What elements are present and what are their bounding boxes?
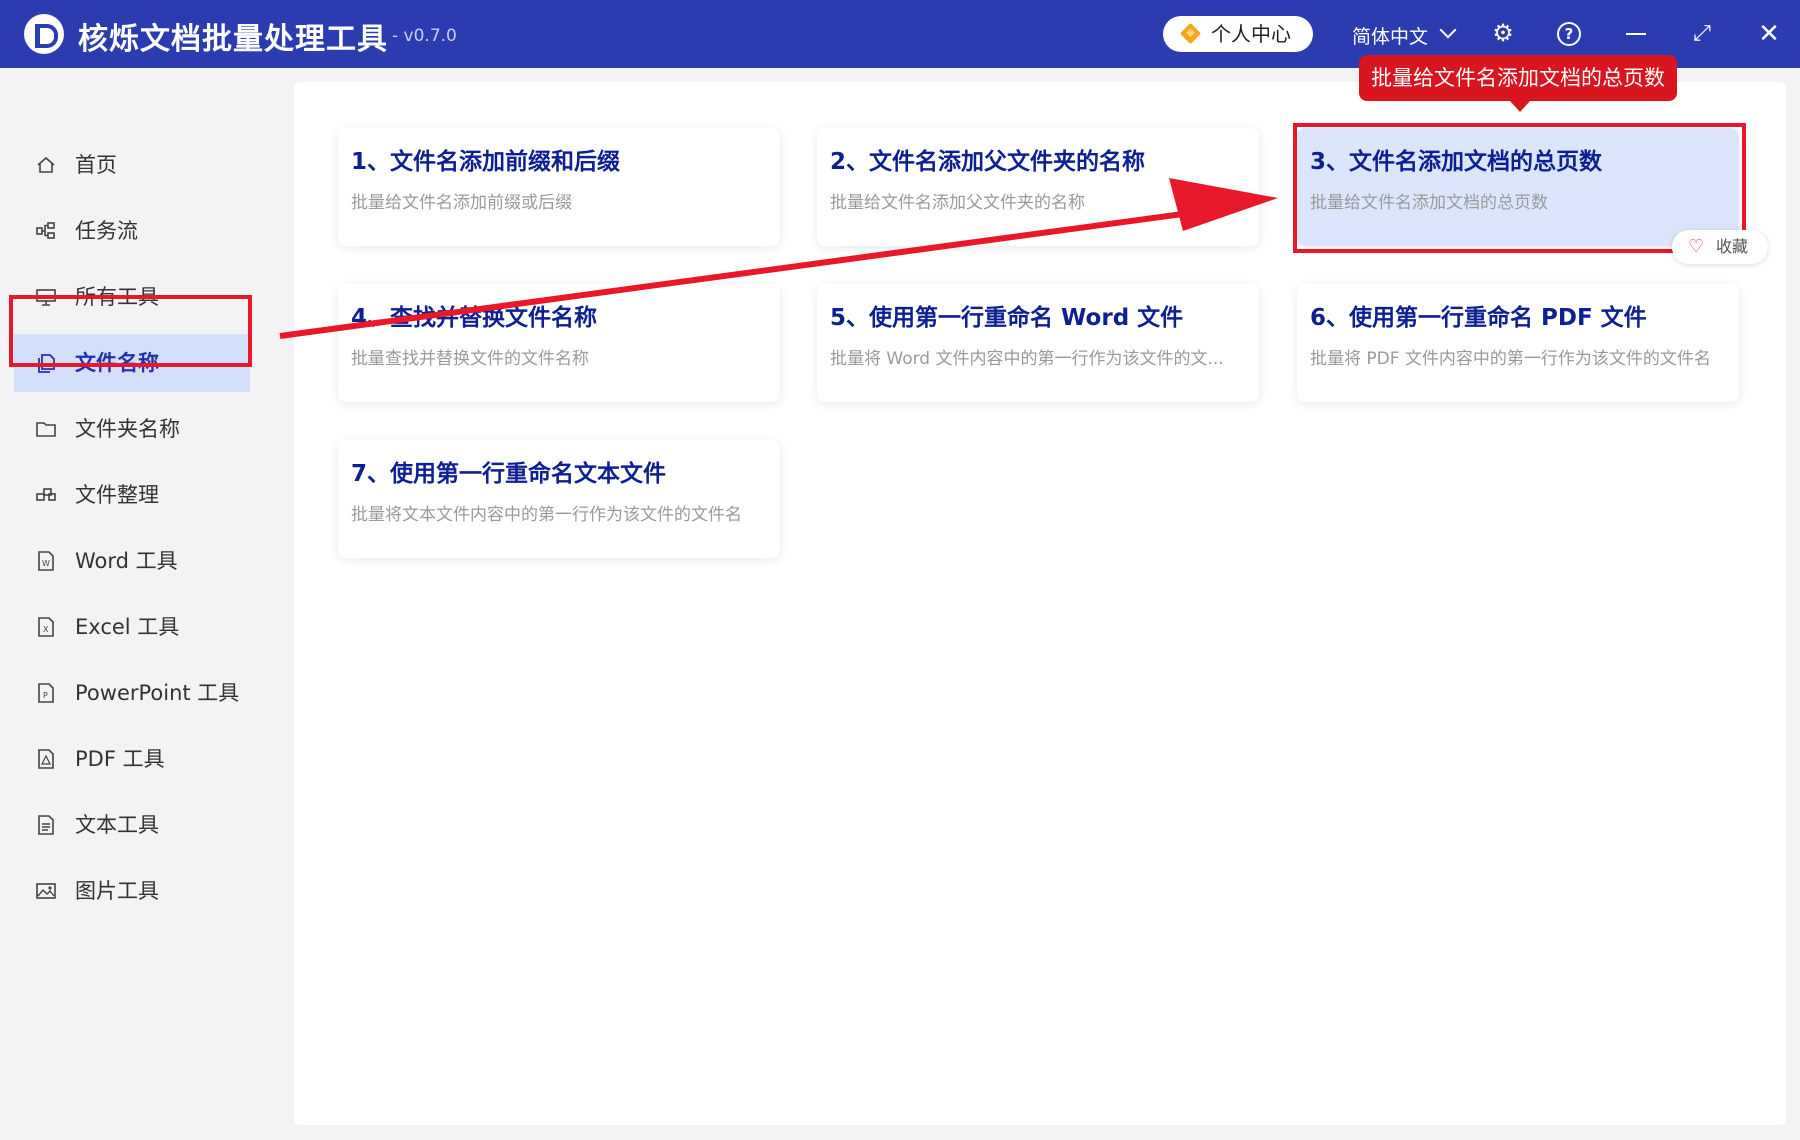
diamond-icon (1179, 22, 1202, 45)
sidebar-item-label: 文本工具 (75, 813, 159, 837)
sidebar-item-label: PowerPoint 工具 (75, 681, 240, 705)
help-icon[interactable]: ? (1557, 22, 1581, 46)
text-file-icon (38, 815, 54, 835)
tool-card-add-parent-folder[interactable]: 2、文件名添加父文件夹的名称 批量给文件名添加父文件夹的名称 (817, 128, 1259, 246)
home-icon (37, 156, 55, 173)
image-icon (36, 883, 56, 899)
card-description: 批量将 PDF 文件内容中的第一行作为该文件的文件名 (1310, 349, 1711, 369)
sidebar-item-label: 任务流 (75, 219, 138, 243)
language-selector[interactable]: 简体中文 (1352, 22, 1428, 49)
chevron-down-icon[interactable] (1439, 21, 1457, 39)
sidebar-item-label: 文件整理 (75, 483, 159, 507)
workflow-icon (36, 222, 55, 239)
card-description: 批量将 Word 文件内容中的第一行作为该文件的文... (830, 349, 1224, 369)
folder-icon (36, 422, 56, 437)
sidebar-item-text-tools[interactable]: 文本工具 (14, 796, 250, 854)
card-title: 5、使用第一行重命名 Word 文件 (830, 305, 1184, 331)
sidebar-item-word-tools[interactable]: W Word 工具 (14, 532, 250, 590)
sidebar-item-home[interactable]: 首页 (14, 136, 250, 194)
card-description: 批量将文本文件内容中的第一行作为该文件的文件名 (351, 505, 742, 525)
gear-icon[interactable]: ⚙ (1490, 20, 1516, 46)
favorite-label: 收藏 (1716, 237, 1749, 256)
card-title: 6、使用第一行重命名 PDF 文件 (1310, 305, 1647, 331)
maximize-icon[interactable]: ⤢ (1690, 22, 1714, 46)
sidebar-item-pdf-tools[interactable]: PDF 工具 (14, 730, 250, 788)
card-description: 批量查找并替换文件的文件名称 (351, 349, 589, 369)
sidebar-item-label: 文件夹名称 (75, 417, 180, 441)
card-description: 批量给文件名添加前缀或后缀 (351, 193, 572, 213)
svg-text:X: X (43, 625, 49, 634)
user-center-label: 个人中心 (1211, 22, 1291, 46)
tool-card-find-replace[interactable]: 4、查找并替换文件名称 批量查找并替换文件的文件名称 (338, 284, 780, 402)
sidebar: 首页 任务流 所有工具 文件名称 文件夹名称 文件整理 W Word 工具 X … (0, 68, 252, 1140)
close-icon[interactable]: ✕ (1755, 20, 1783, 48)
app-logo-icon (24, 14, 64, 54)
excel-file-icon: X (38, 617, 54, 637)
app-title: 核烁文档批量处理工具 (78, 22, 388, 57)
svg-text:P: P (43, 691, 48, 700)
minimize-icon[interactable] (1626, 33, 1646, 35)
tool-card-add-prefix-suffix[interactable]: 1、文件名添加前缀和后缀 批量给文件名添加前缀或后缀 (338, 128, 780, 246)
user-center-button[interactable]: 个人中心 (1163, 16, 1313, 52)
sidebar-item-excel-tools[interactable]: X Excel 工具 (14, 598, 250, 656)
tool-card-rename-pdf[interactable]: 6、使用第一行重命名 PDF 文件 批量将 PDF 文件内容中的第一行作为该文件… (1297, 284, 1739, 402)
card-title: 4、查找并替换文件名称 (351, 305, 598, 331)
app-version: - v0.7.0 (392, 26, 457, 46)
ppt-file-icon: P (38, 683, 54, 703)
sidebar-item-label: Word 工具 (75, 549, 178, 573)
sidebar-item-workflow[interactable]: 任务流 (14, 202, 250, 260)
word-file-icon: W (38, 551, 54, 571)
card-title: 2、文件名添加父文件夹的名称 (830, 149, 1146, 175)
sidebar-item-label: PDF 工具 (75, 747, 165, 771)
tool-card-rename-word[interactable]: 5、使用第一行重命名 Word 文件 批量将 Word 文件内容中的第一行作为该… (817, 284, 1259, 402)
sidebar-item-label: Excel 工具 (75, 615, 180, 639)
card-description: 批量给文件名添加父文件夹的名称 (830, 193, 1085, 213)
highlight-box-nav (9, 295, 252, 367)
tool-card-rename-text[interactable]: 7、使用第一行重命名文本文件 批量将文本文件内容中的第一行作为该文件的文件名 (338, 440, 780, 558)
tooltip: 批量给文件名添加文档的总页数 (1359, 55, 1677, 112)
card-title: 1、文件名添加前缀和后缀 (351, 149, 621, 175)
heart-icon: ♡ (1688, 236, 1705, 257)
sidebar-item-file-organize[interactable]: 文件整理 (14, 466, 250, 524)
card-title: 7、使用第一行重命名文本文件 (351, 461, 667, 487)
pdf-file-icon (38, 749, 54, 769)
favorite-button[interactable]: ♡ 收藏 (1672, 230, 1768, 264)
sidebar-item-label: 首页 (75, 153, 117, 177)
sidebar-item-folder-name[interactable]: 文件夹名称 (14, 400, 250, 458)
svg-text:W: W (42, 559, 50, 568)
sidebar-item-image-tools[interactable]: 图片工具 (14, 862, 250, 920)
organize-icon (36, 488, 56, 501)
sidebar-item-label: 图片工具 (75, 879, 159, 903)
sidebar-item-powerpoint-tools[interactable]: P PowerPoint 工具 (14, 664, 250, 722)
